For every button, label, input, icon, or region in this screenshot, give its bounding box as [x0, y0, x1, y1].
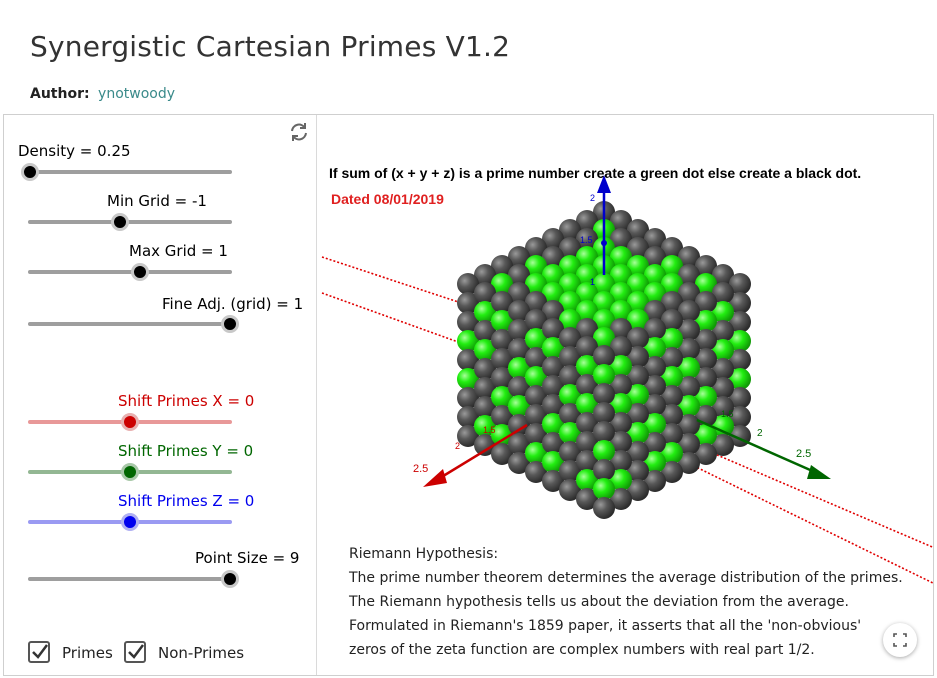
riemann-text-block: Riemann Hypothesis: The prime number the…: [349, 542, 919, 662]
dated-text: Dated 08/01/2019: [331, 191, 444, 207]
max-grid-slider-thumb[interactable]: [131, 263, 149, 281]
min-grid-slider-thumb[interactable]: [111, 213, 129, 231]
riemann-line: zeros of the zeta function are complex n…: [349, 642, 815, 658]
y-axis-tick-2: 2: [757, 428, 763, 439]
x-axis-tick-1-5: 1.5: [483, 425, 496, 435]
page-title: Synergistic Cartesian Primes V1.2: [30, 30, 511, 63]
z-axis-tick-2: 2: [590, 193, 595, 203]
non-prime-point: [593, 421, 615, 443]
author-row: Author: ynotwoody: [30, 86, 175, 102]
riemann-line: The Riemann hypothesis tells us about th…: [349, 594, 849, 610]
max-grid-slider-track[interactable]: [28, 270, 232, 274]
author-label: Author:: [30, 86, 90, 102]
prime-point: [593, 478, 615, 500]
shift-z-slider-thumb[interactable]: [121, 513, 139, 531]
point-size-slider-label: Point Size = 9: [195, 549, 300, 567]
fine-adj-slider-track[interactable]: [28, 322, 232, 326]
author-link[interactable]: ynotwoody: [98, 86, 175, 102]
x-axis-tick-2-5: 2.5: [413, 463, 428, 475]
non-primes-checkbox[interactable]: [124, 641, 146, 663]
fullscreen-button[interactable]: [883, 623, 917, 657]
density-slider-track[interactable]: [28, 170, 232, 174]
non-primes-checkbox-label: Non-Primes: [158, 644, 245, 662]
graphics-view-3d[interactable]: 2 1.5 1 2.5 1.5 2 2.5 2 1.5 If sum of (x…: [317, 115, 933, 675]
primes-checkbox[interactable]: [28, 641, 50, 663]
min-grid-slider-label: Min Grid = -1: [107, 192, 207, 210]
y-axis-tick-2-5: 2.5: [796, 448, 811, 460]
non-prime-point: [593, 345, 615, 367]
density-slider-thumb[interactable]: [21, 163, 39, 181]
non-prime-point: [593, 459, 615, 481]
non-prime-point: [593, 402, 615, 424]
riemann-line: Formulated in Riemann's 1859 paper, it a…: [349, 618, 862, 634]
x-axis-tick-2: 2: [455, 441, 460, 451]
min-grid-slider-track[interactable]: [28, 220, 232, 224]
algebra-panel: Density = 0.25 Min Grid = -1 Max Grid = …: [4, 115, 317, 675]
shift-x-slider-thumb[interactable]: [121, 413, 139, 431]
riemann-line: The prime number theorem determines the …: [349, 570, 903, 586]
non-prime-point: [593, 383, 615, 405]
z-axis-tick-1-5: 1.5: [580, 235, 593, 245]
y-axis-arrow-icon: [807, 465, 831, 479]
fine-adj-slider-thumb[interactable]: [221, 315, 239, 333]
point-size-slider-thumb[interactable]: [221, 570, 239, 588]
riemann-line: Riemann Hypothesis:: [349, 546, 499, 562]
prime-point: [593, 440, 615, 462]
z-axis-tick-mark: [601, 240, 607, 246]
prime-point: [593, 364, 615, 386]
primes-checkbox-label: Primes: [62, 644, 113, 662]
refresh-icon[interactable]: [288, 121, 310, 143]
density-slider-label: Density = 0.25: [18, 142, 131, 160]
fullscreen-icon: [893, 633, 907, 647]
shift-y-slider-label: Shift Primes Y = 0: [118, 442, 254, 460]
non-prime-point: [593, 497, 615, 519]
y-axis-tick-1-5: 1.5: [721, 409, 734, 419]
z-axis-tick-1: 1: [590, 277, 595, 287]
shift-y-slider-thumb[interactable]: [121, 463, 139, 481]
shift-z-slider-label: Shift Primes Z = 0: [118, 492, 255, 510]
shift-x-slider-label: Shift Primes X = 0: [118, 392, 255, 410]
headline-text: If sum of (x + y + z) is a prime number …: [329, 165, 862, 181]
point-size-slider-track[interactable]: [28, 577, 232, 581]
max-grid-slider-label: Max Grid = 1: [129, 242, 228, 260]
fine-adj-slider-label: Fine Adj. (grid) = 1: [162, 295, 304, 313]
applet-frame: Density = 0.25 Min Grid = -1 Max Grid = …: [3, 114, 934, 676]
